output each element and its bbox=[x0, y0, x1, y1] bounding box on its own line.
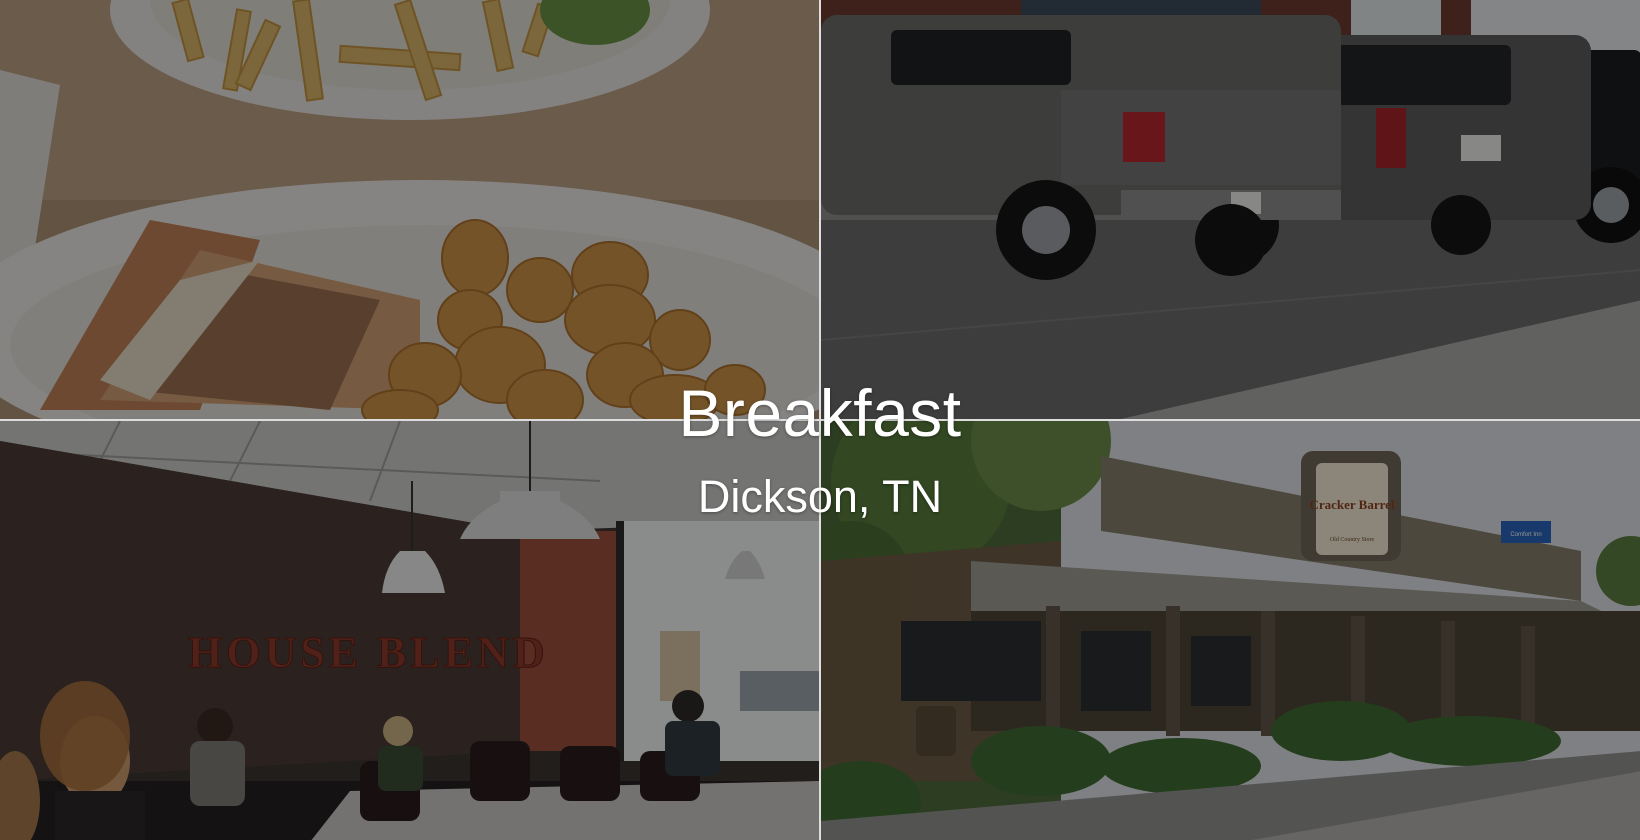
svg-text:Old Country Store: Old Country Store bbox=[1330, 537, 1375, 543]
food-plates-illustration bbox=[0, 0, 819, 419]
svg-text:Comfort Inn: Comfort Inn bbox=[1510, 532, 1541, 538]
svg-text:HOUSE BLEND: HOUSE BLEND bbox=[188, 628, 549, 677]
food-plates-photo bbox=[0, 0, 819, 419]
parked-trucks-illustration bbox=[821, 0, 1640, 419]
hero-caption: Breakfast Dickson, TN bbox=[0, 380, 1640, 519]
parked-trucks-photo bbox=[821, 0, 1640, 419]
hero-banner: HOUSE BLEND Cracker Barrel Old Country S… bbox=[0, 0, 1640, 840]
location-subtitle: Dickson, TN bbox=[697, 471, 943, 522]
house-blend-sign: HOUSE BLEND bbox=[188, 628, 549, 678]
page-title: Breakfast bbox=[678, 376, 962, 450]
comfort-inn-sign: Comfort Inn bbox=[1501, 521, 1551, 543]
